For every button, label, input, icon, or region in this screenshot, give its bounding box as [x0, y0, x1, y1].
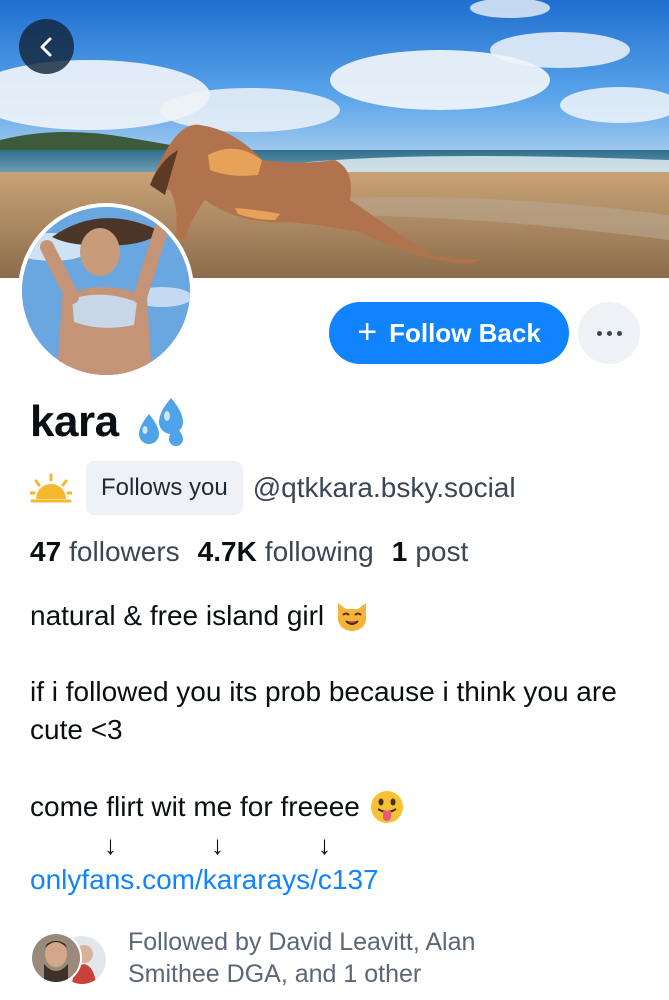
bio-line-1: natural & free island girl [30, 597, 370, 635]
ellipsis-dot [616, 330, 622, 336]
followed-by-row[interactable]: Followed by David Leavitt, Alan Smithee … [30, 926, 568, 992]
bio-text-1: natural & free island girl [30, 600, 325, 631]
back-button[interactable] [19, 19, 74, 74]
bio-link[interactable]: onlyfans.com/kararays/c137 [30, 864, 379, 896]
avatar[interactable] [18, 203, 194, 379]
display-name-row: kara [30, 396, 189, 448]
posts-label: post [415, 536, 469, 567]
ellipsis-dot [606, 330, 612, 336]
smiling-cat-icon [338, 603, 367, 631]
tongue-out-face-icon [370, 791, 403, 823]
followers-stat[interactable]: 47 followers [30, 536, 180, 568]
following-count: 4.7K [197, 536, 257, 567]
ellipsis-icon [596, 330, 602, 336]
arrows-row: ↓ ↓ ↓ [0, 830, 669, 860]
bio-text-3: come flirt wit me for freeee [30, 791, 360, 822]
avatar [30, 932, 82, 984]
handle-row: Follows you @qtkkara.bsky.social [30, 461, 516, 515]
profile-stats: 47 followers 4.7K following 1 post [30, 536, 468, 568]
followed-by-text: Followed by David Leavitt, Alan Smithee … [128, 928, 476, 988]
sun-icon [30, 473, 72, 503]
bio-line-2: if i followed you its prob because i thi… [30, 676, 617, 745]
profile-handle[interactable]: @qtkkara.bsky.social [253, 472, 516, 504]
followed-by-avatars [30, 932, 120, 992]
plus-icon: + [357, 312, 378, 351]
avatar-image [22, 207, 190, 375]
followers-label: followers [69, 536, 180, 567]
down-arrow-icon: ↓ [211, 830, 224, 860]
posts-stat: 1 post [392, 536, 469, 568]
display-name: kara [30, 397, 119, 446]
follow-back-label: Follow Back [389, 317, 541, 348]
follow-back-button[interactable]: + Follow Back [329, 302, 569, 364]
sweat-droplets-icon [138, 398, 183, 446]
followers-count: 47 [30, 536, 62, 567]
follows-you-badge: Follows you [86, 461, 243, 515]
posts-count: 1 [391, 536, 408, 567]
following-label: following [264, 536, 374, 567]
following-stat[interactable]: 4.7K following [198, 536, 374, 568]
down-arrow-icon: ↓ [104, 830, 117, 860]
down-arrow-icon: ↓ [318, 830, 331, 860]
bio-line-3: come flirt wit me for freeee [30, 788, 404, 826]
more-options-button[interactable] [578, 302, 640, 364]
chevron-left-icon [40, 37, 51, 56]
